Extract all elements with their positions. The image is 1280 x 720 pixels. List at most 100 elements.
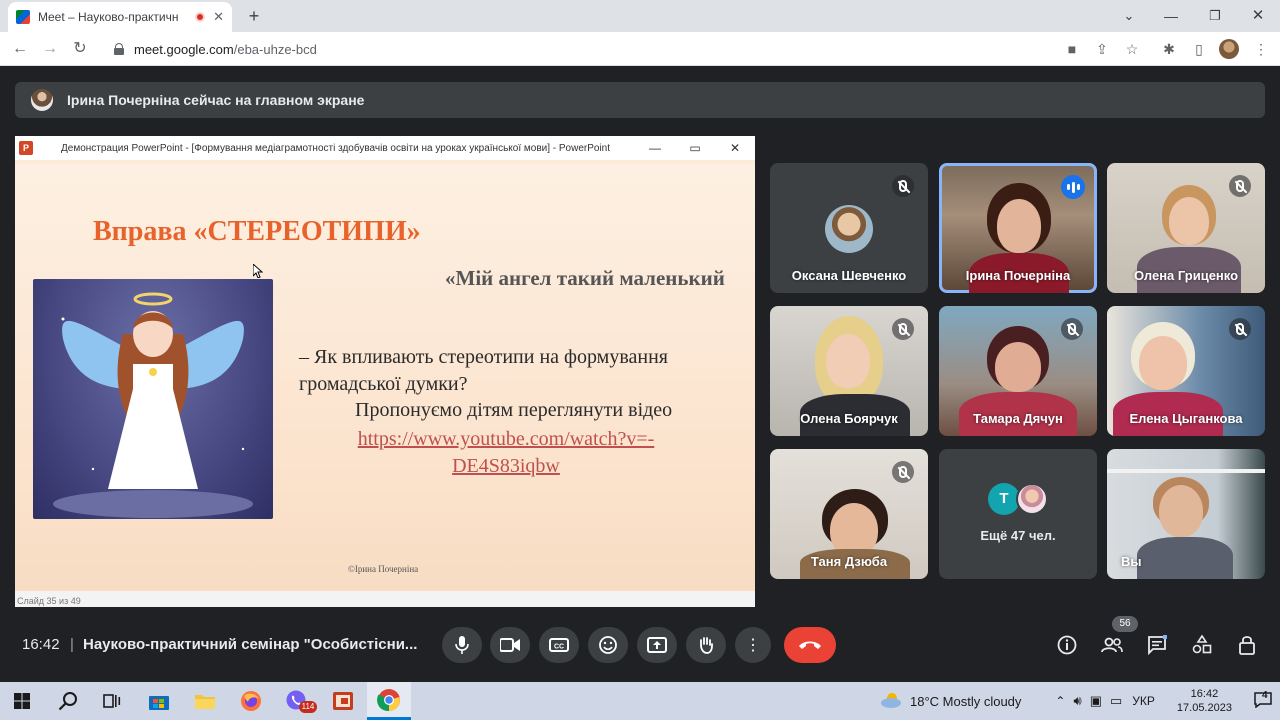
powerpoint-window-title: Демонстрация PowerPoint - [Формування ме…	[61, 142, 611, 154]
chat-icon[interactable]	[1142, 630, 1172, 660]
powerpoint-titlebar: P Демонстрация PowerPoint - [Формування …	[15, 136, 755, 160]
participant-name: Таня Дзюба	[810, 554, 888, 569]
leave-call-button[interactable]	[784, 627, 836, 663]
minimize-button[interactable]: —	[1156, 0, 1186, 32]
host-controls-icon[interactable]	[1232, 630, 1262, 660]
participant-tile-active[interactable]: Ірина Почерніна	[939, 163, 1097, 293]
participant-tile[interactable]: Таня Дзюба	[770, 449, 928, 579]
close-tab-icon[interactable]: ✕	[213, 9, 224, 25]
activities-icon[interactable]	[1187, 630, 1217, 660]
participant-tile[interactable]: Тамара Дячун	[939, 306, 1097, 436]
volume-icon[interactable]: 🔊︎	[1073, 693, 1081, 709]
task-view-icon[interactable]	[90, 682, 134, 720]
divider: |	[70, 636, 74, 653]
powerpoint-icon: P	[19, 141, 33, 155]
pp-close-button[interactable]: ✕	[715, 141, 755, 155]
restore-button[interactable]: ❐	[1200, 0, 1230, 32]
mic-off-icon	[892, 318, 914, 340]
present-screen-button[interactable]	[637, 627, 677, 663]
question-line-1: – Як впливають стереотипи на формування	[299, 346, 668, 368]
tab-search-icon[interactable]: ⌄	[1114, 0, 1144, 32]
notifications-icon[interactable]: 4	[1254, 689, 1272, 711]
presentation-app-icon[interactable]	[321, 682, 365, 720]
banner-text: Ірина Почерніна сейчас на главном экране	[67, 92, 365, 108]
bookmark-star-icon[interactable]: ☆	[1119, 36, 1145, 62]
participant-tile[interactable]: Оксана Шевченко	[770, 163, 928, 293]
forward-icon[interactable]: →	[36, 32, 64, 66]
participant-tile[interactable]: Олена Боярчук	[770, 306, 928, 436]
profile-avatar[interactable]	[1219, 39, 1239, 59]
pp-minimize-button[interactable]: —	[635, 141, 675, 155]
mic-off-icon	[892, 175, 914, 197]
captions-button[interactable]: CC	[539, 627, 579, 663]
participant-name: Олена Гриценко	[1133, 268, 1239, 283]
angel-illustration	[33, 279, 273, 519]
weather-cloud-icon[interactable]	[880, 692, 902, 711]
system-tray: 18°C Mostly cloudy ⌃ 🔊︎ ▣ ▭ УКР 16:42 17…	[880, 682, 1272, 720]
tab-strip: Meet – Науково-практичн ✕ + ⌄ — ❐ ✕	[0, 0, 1280, 32]
speaking-indicator-icon	[1061, 175, 1085, 199]
taskbar-date: 17.05.2023	[1176, 702, 1232, 714]
link-line-2: DE4S83iqbw	[452, 455, 560, 477]
search-icon[interactable]	[46, 682, 90, 720]
more-participants-tile[interactable]: T Ещё 47 чел.	[939, 449, 1097, 579]
chrome-taskbar-icon[interactable]	[367, 682, 411, 720]
svg-text:CC: CC	[554, 644, 564, 651]
presenter-banner: Ірина Почерніна сейчас на главном экране	[15, 82, 1265, 118]
viber-icon[interactable]: 114	[275, 682, 319, 720]
store-icon[interactable]	[137, 682, 181, 720]
mic-off-icon	[1229, 175, 1251, 197]
battery-icon[interactable]: ▭	[1110, 693, 1122, 709]
usb-icon[interactable]: ▣	[1090, 693, 1102, 709]
participant-name: Оксана Шевченко	[791, 268, 907, 283]
firefox-icon[interactable]	[229, 682, 273, 720]
hidden-icons-chevron-icon[interactable]: ⌃	[1055, 694, 1065, 708]
mic-off-icon	[892, 461, 914, 483]
share-icon[interactable]: ⇪	[1089, 36, 1115, 62]
participant-tile[interactable]: Елена Цыганкова	[1107, 306, 1265, 436]
slide-title: Вправа «СТЕРЕОТИПИ»	[93, 216, 421, 247]
slide-copyright: ©Ірина Почерніна	[348, 564, 419, 574]
browser-toolbar: ← → ↻ meet.google.com/eba-uhze-bcd	[0, 32, 1280, 66]
browser-tab[interactable]: Meet – Науково-практичн ✕	[8, 2, 232, 32]
back-icon[interactable]: ←	[6, 32, 34, 66]
weather-text[interactable]: 18°C Mostly cloudy	[910, 694, 1021, 709]
side-panel-icon[interactable]: ▯	[1186, 36, 1212, 62]
people-icon[interactable]	[1097, 630, 1127, 660]
viber-unread-badge: 114	[299, 701, 317, 713]
participant-avatar	[825, 205, 873, 253]
participant-tile[interactable]: Олена Гриценко	[1107, 163, 1265, 293]
microphone-button[interactable]	[442, 627, 482, 663]
meeting-clock: 16:42	[22, 636, 60, 653]
participant-name: Елена Цыганкова	[1129, 411, 1243, 426]
address-bar[interactable]: meet.google.com/eba-uhze-bcd	[104, 36, 1114, 62]
powerpoint-statusbar: Слайд 35 из 49	[15, 591, 755, 607]
mic-off-icon	[1061, 318, 1083, 340]
raise-hand-button[interactable]	[686, 627, 726, 663]
windows-start-icon[interactable]	[0, 682, 44, 720]
new-tab-button[interactable]: +	[240, 0, 268, 32]
more-options-button[interactable]: ⋮	[735, 627, 771, 663]
participant-name: Ірина Почерніна	[965, 268, 1071, 283]
lock-icon	[114, 43, 124, 55]
tab-title: Meet – Науково-практичн	[38, 10, 179, 24]
file-explorer-icon[interactable]	[183, 682, 227, 720]
menu-icon[interactable]: ⋮	[1248, 36, 1274, 62]
language-indicator[interactable]: УКР	[1132, 694, 1155, 708]
taskbar-time: 16:42	[1190, 688, 1219, 700]
camera-button[interactable]	[490, 627, 530, 663]
link-line-1: https://www.youtube.com/watch?v=-	[357, 428, 655, 450]
camera-icon[interactable]: ■	[1059, 36, 1085, 62]
extensions-icon[interactable]: ✱	[1156, 36, 1182, 62]
meeting-details-icon[interactable]	[1052, 630, 1082, 660]
taskbar-clock[interactable]: 16:42 17.05.2023	[1177, 687, 1232, 715]
close-window-button[interactable]: ✕	[1243, 0, 1273, 32]
reactions-button[interactable]	[588, 627, 628, 663]
reload-icon[interactable]: ↻	[66, 32, 94, 66]
video-link[interactable]: https://www.youtube.com/watch?v=- DE4S83…	[342, 426, 670, 480]
mouse-cursor-icon	[252, 262, 264, 279]
recording-icon	[195, 12, 206, 22]
self-tile[interactable]: Вы	[1107, 449, 1265, 579]
notifications-count: 4	[1261, 689, 1268, 701]
pp-maximize-button[interactable]: ▭	[675, 141, 715, 155]
